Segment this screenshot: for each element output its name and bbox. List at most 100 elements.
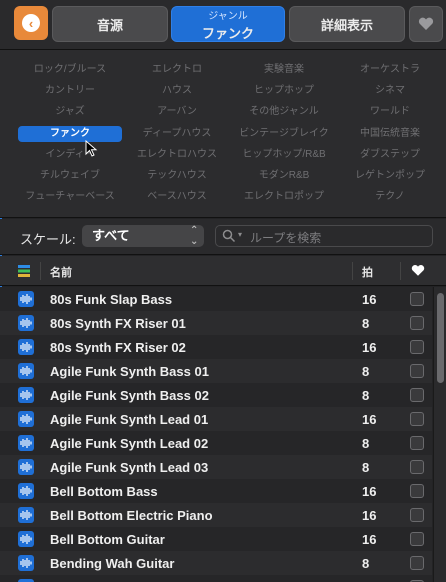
scale-dropdown[interactable]: すべて ⌃ ⌄ (82, 225, 204, 247)
genre-item[interactable]: ジャズ (18, 104, 122, 120)
genre-item[interactable]: ロック/ブルース (18, 62, 122, 78)
scale-label: スケール: (20, 232, 76, 247)
loop-beats: 8 (362, 460, 370, 475)
tab-genre[interactable]: ジャンル ファンク (171, 6, 285, 42)
tab-genre-label: ファンク (201, 25, 254, 41)
loop-beats: 16 (362, 292, 377, 307)
search-input[interactable]: ▾ ループを検索 (215, 225, 433, 247)
favorite-checkbox[interactable] (410, 484, 424, 498)
tab-details-label: 詳細表示 (320, 17, 373, 33)
genre-item[interactable]: エレクトロポップ (232, 189, 336, 205)
loop-name: Bell Bottom Electric Piano (50, 508, 213, 523)
genre-item[interactable]: ハウス (125, 83, 229, 99)
genre-item[interactable]: モダンR&B (232, 168, 336, 184)
genre-item[interactable]: エレクトロ (125, 62, 229, 78)
genre-item[interactable]: 実験音楽 (232, 62, 336, 78)
favorites-button[interactable] (409, 6, 443, 42)
search-placeholder: ループを検索 (250, 231, 322, 245)
table-row[interactable]: Bending Wah Guitar 8 (0, 551, 432, 575)
genre-item[interactable]: テクノ (338, 189, 442, 205)
audio-loop-icon (18, 363, 34, 379)
table-row[interactable] (0, 575, 432, 582)
genre-item[interactable]: ディープハウス (125, 126, 229, 142)
genre-item[interactable]: カントリー (18, 83, 122, 99)
favorite-checkbox[interactable] (410, 532, 424, 546)
column-header-name[interactable]: 名前 (50, 264, 72, 280)
table-row[interactable]: 80s Synth FX Riser 02 16 (0, 335, 432, 359)
tab-genre-sublabel: ジャンル (208, 10, 248, 22)
column-separator (400, 262, 401, 280)
column-header-beats[interactable]: 拍 (362, 264, 373, 280)
favorite-checkbox[interactable] (410, 364, 424, 378)
favorite-checkbox[interactable] (410, 340, 424, 354)
genre-item[interactable]: テックハウス (125, 168, 229, 184)
table-row[interactable]: Bell Bottom Electric Piano 16 (0, 503, 432, 527)
genre-item[interactable]: インディー (18, 147, 122, 163)
favorite-checkbox[interactable] (410, 412, 424, 426)
scale-dropdown-value: すべて (92, 228, 130, 243)
table-row[interactable]: Agile Funk Synth Bass 02 8 (0, 383, 432, 407)
chevron-down-icon: ▾ (238, 230, 243, 239)
genre-item[interactable]: ワールド (338, 104, 442, 120)
genre-item[interactable]: レゲトンポップ (338, 168, 442, 184)
audio-loop-icon (18, 435, 34, 451)
loop-beats: 16 (362, 532, 377, 547)
genre-item[interactable]: シネマ (338, 83, 442, 99)
genre-item[interactable]: ダブステップ (338, 147, 442, 163)
genre-item[interactable]: ヒップホップ/R&B (232, 147, 336, 163)
genre-item[interactable]: ベースハウス (125, 189, 229, 205)
genre-item[interactable]: エレクトロハウス (125, 147, 229, 163)
genre-item[interactable]: ヒップホップ (232, 83, 336, 99)
table-row[interactable]: Agile Funk Synth Bass 01 8 (0, 359, 432, 383)
favorite-checkbox[interactable] (410, 292, 424, 306)
loop-beats: 16 (362, 508, 377, 523)
scrollbar-thumb[interactable] (437, 293, 444, 383)
loop-name: Bell Bottom Bass (50, 484, 158, 499)
genre-item[interactable]: その他ジャンル (232, 104, 336, 120)
top-toolbar: ‹ 音源 ジャンル ファンク 詳細表示 (0, 0, 446, 50)
favorite-checkbox[interactable] (410, 508, 424, 522)
table-row[interactable]: Agile Funk Synth Lead 02 8 (0, 431, 432, 455)
loop-name: Agile Funk Synth Lead 02 (50, 436, 209, 451)
loop-beats: 8 (362, 436, 370, 451)
loop-name: 80s Synth FX Riser 01 (50, 316, 186, 331)
genre-item[interactable]: オーケストラ (338, 62, 442, 78)
favorite-checkbox[interactable] (410, 316, 424, 330)
loop-name: Agile Funk Synth Bass 01 (50, 364, 209, 379)
favorite-checkbox[interactable] (410, 436, 424, 450)
scale-filter-row: スケール: すべて ⌃ ⌄ ▾ ループを検索 (0, 219, 446, 255)
tab-source[interactable]: 音源 (52, 6, 168, 42)
back-button[interactable]: ‹ (14, 6, 48, 40)
heart-icon (418, 17, 434, 30)
column-separator (40, 262, 41, 280)
favorite-checkbox[interactable] (410, 460, 424, 474)
loop-browser-window: ‹ 音源 ジャンル ファンク 詳細表示 ロック/ブルース エレクトロ 実験音楽 オーケ… (0, 0, 446, 582)
audio-loop-icon (18, 291, 34, 307)
genre-item[interactable]: フューチャーベース (18, 189, 122, 205)
tab-details[interactable]: 詳細表示 (289, 6, 405, 42)
heart-icon[interactable] (411, 264, 425, 277)
loop-name: Agile Funk Synth Lead 03 (50, 460, 209, 475)
genre-item[interactable]: 中国伝統音楽 (338, 126, 442, 142)
table-row[interactable]: 80s Funk Slap Bass 16 (0, 287, 432, 311)
column-separator (352, 262, 353, 280)
table-row[interactable]: Bell Bottom Bass 16 (0, 479, 432, 503)
genre-item[interactable]: ビンテージブレイク (232, 126, 336, 142)
table-row[interactable]: 80s Synth FX Riser 01 8 (0, 311, 432, 335)
favorite-checkbox[interactable] (410, 388, 424, 402)
favorite-checkbox[interactable] (410, 556, 424, 570)
genre-item[interactable]: アーバン (125, 104, 229, 120)
genre-grid: ロック/ブルース エレクトロ 実験音楽 オーケストラカントリー ハウス ヒップホップ シネマ… (0, 50, 446, 218)
loop-type-icon[interactable] (18, 265, 30, 277)
genre-item-selected[interactable]: ファンク (18, 125, 122, 142)
audio-loop-icon (18, 315, 34, 331)
genre-item[interactable]: チルウェイブ (18, 168, 122, 184)
loop-name: Bell Bottom Guitar (50, 532, 165, 547)
table-row[interactable]: Agile Funk Synth Lead 03 8 (0, 455, 432, 479)
loop-name: Bending Wah Guitar (50, 556, 175, 571)
audio-loop-icon (18, 339, 34, 355)
mouse-pointer-icon (85, 140, 98, 157)
table-row[interactable]: Bell Bottom Guitar 16 (0, 527, 432, 551)
scrollbar[interactable] (433, 287, 446, 582)
table-row[interactable]: Agile Funk Synth Lead 01 16 (0, 407, 432, 431)
